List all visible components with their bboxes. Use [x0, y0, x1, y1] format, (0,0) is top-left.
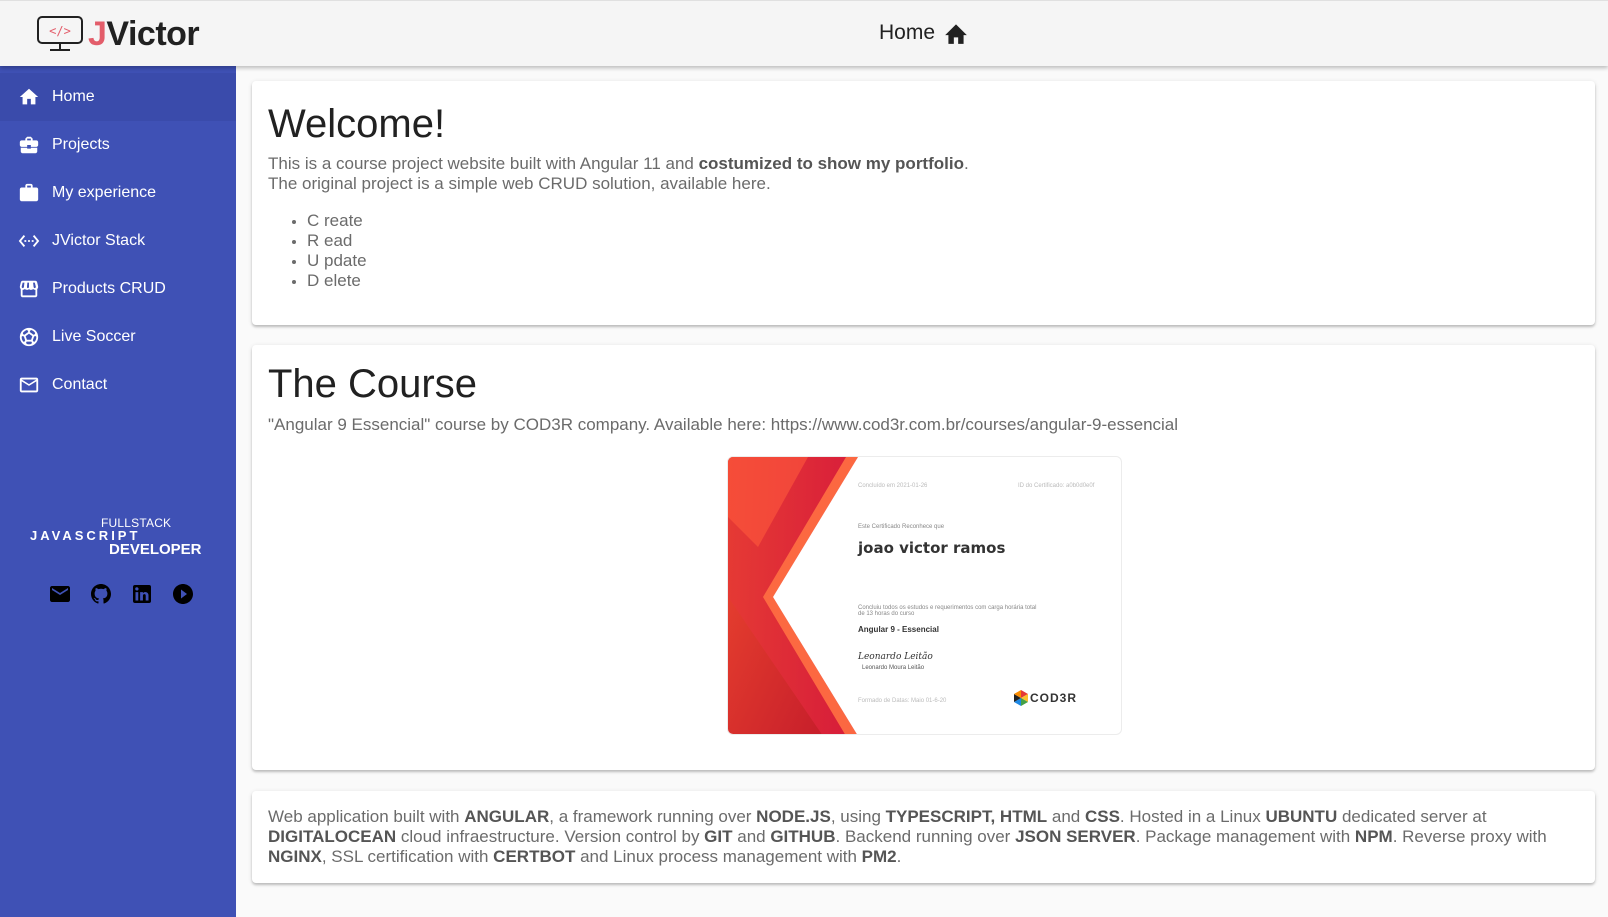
tech-text-segment: Web application built with — [268, 807, 465, 826]
tech-text-segment: . Reverse proxy with — [1392, 827, 1547, 846]
tech-text-segment: . Backend running over — [835, 827, 1016, 846]
course-card: The Course "Angular 9 Essencial" course … — [252, 345, 1595, 770]
cert-signer: Leonardo Moura Leitão — [862, 665, 925, 671]
cod3r-icon — [1014, 690, 1028, 706]
sidebar: Home Projects My experience JVictor Stac… — [0, 66, 236, 917]
cod3r-logo: COD3R — [1012, 689, 1077, 707]
briefcase-icon — [19, 136, 39, 154]
welcome-intro: This is a course project website built w… — [268, 154, 1579, 194]
list-item: C reate — [307, 211, 1579, 231]
intro-text: This is a course project website built w… — [268, 154, 699, 173]
crud-list: C reate R ead U pdate D elete — [268, 211, 1579, 291]
sidebar-item-label: Live Soccer — [52, 328, 136, 345]
developer-badge: FULLSTACK JAVASCRIPT DEVELOPER — [28, 516, 208, 566]
cert-course-name: Angular 9 - Essencial — [858, 625, 939, 634]
sidebar-item-products-crud[interactable]: Products CRUD — [0, 265, 236, 313]
home-icon — [19, 88, 39, 105]
github-icon[interactable] — [89, 582, 113, 606]
store-icon — [19, 280, 39, 298]
cert-footer: Formado de Datas: Maio 01-6-20 — [858, 698, 947, 704]
tech-text-segment: cloud infraestructure. Version control b… — [396, 827, 705, 846]
tech-keyword: NPM — [1354, 827, 1393, 846]
tech-text-segment: and Linux process management with — [575, 847, 862, 866]
tech-text-segment: . — [896, 847, 902, 866]
sidebar-item-my-experience[interactable]: My experience — [0, 169, 236, 217]
cert-date: Concluído em 2021-01-26 — [858, 483, 928, 489]
certificate-image: Concluído em 2021-01-26 ID do Certificad… — [727, 456, 1122, 735]
mail-icon[interactable] — [48, 582, 72, 606]
list-item: D elete — [307, 271, 1579, 291]
logo[interactable]: </> JVictor — [36, 15, 200, 53]
tech-text-segment: , SSL certification with — [321, 847, 494, 866]
soccer-ball-icon — [19, 327, 39, 347]
home-icon — [945, 24, 967, 44]
mail-icon — [19, 377, 39, 393]
svg-text:</>: </> — [49, 24, 71, 38]
sidebar-item-home[interactable]: Home — [0, 73, 236, 121]
sidebar-item-label: Contact — [52, 376, 108, 393]
tech-keyword: PM2 — [861, 847, 897, 866]
tech-keyword: ANGULAR — [464, 807, 550, 826]
monitor-code-icon: </> — [36, 15, 84, 53]
intro-period: . — [963, 154, 969, 173]
logo-text: JVictor — [88, 15, 200, 53]
tech-text-segment: . Hosted in a Linux — [1119, 807, 1266, 826]
cert-signature: Leonardo Leitão — [858, 652, 933, 662]
certificate-decoration — [728, 457, 858, 734]
tech-keyword: NGINX — [268, 847, 322, 866]
tech-keyword: CERTBOT — [493, 847, 576, 866]
sidebar-item-label: My experience — [52, 184, 157, 201]
cert-concluded: Concluiu todos os estudos e requerimento… — [858, 605, 1037, 617]
tech-text-segment: , a framework running over — [549, 807, 757, 826]
tech-keyword: JSON SERVER — [1015, 827, 1136, 846]
briefcase-icon — [19, 183, 39, 202]
tech-text-segment: and — [732, 827, 771, 846]
cert-name: joao victor ramos — [858, 539, 1006, 557]
page-title: Home — [879, 21, 969, 45]
tech-text-segment: dedicated server at — [1337, 807, 1487, 826]
sidebar-item-label: Products CRUD — [52, 280, 166, 297]
sidebar-item-jvictor-stack[interactable]: JVictor Stack — [0, 217, 236, 265]
list-item: R ead — [307, 231, 1579, 251]
tech-keyword: TYPESCRIPT, HTML — [885, 807, 1048, 826]
tech-stack-text: Web application built with ANGULAR, a fr… — [268, 807, 1579, 867]
sidebar-item-projects[interactable]: Projects — [0, 121, 236, 169]
tech-keyword: GITHUB — [770, 827, 836, 846]
welcome-card: Welcome! This is a course project websit… — [252, 81, 1595, 325]
sidebar-item-live-soccer[interactable]: Live Soccer — [0, 313, 236, 361]
sidebar-item-contact[interactable]: Contact — [0, 361, 236, 409]
tech-keyword: NODE.JS — [756, 807, 831, 826]
tech-stack-card: Web application built with ANGULAR, a fr… — [252, 791, 1595, 883]
tech-keyword: UBUNTU — [1265, 807, 1338, 826]
top-toolbar: </> JVictor Home — [0, 0, 1608, 66]
tech-keyword: GIT — [704, 827, 733, 846]
code-icon — [18, 235, 40, 247]
tech-keyword: DIGITALOCEAN — [268, 827, 397, 846]
cert-recognizes: Este Certificado Reconhece que — [858, 524, 945, 530]
linkedin-icon[interactable] — [130, 582, 154, 606]
tech-text-segment: . Package management with — [1135, 827, 1355, 846]
sidebar-item-label: Projects — [52, 136, 110, 153]
intro-line-2: The original project is a simple web CRU… — [268, 174, 771, 193]
sidebar-item-label: Home — [52, 88, 95, 105]
tech-keyword: CSS — [1084, 807, 1120, 826]
tech-text-segment: and — [1047, 807, 1085, 826]
tech-text-segment: , using — [830, 807, 886, 826]
welcome-title: Welcome! — [268, 102, 446, 146]
social-links — [48, 582, 195, 606]
cod3r-text: COD3R — [1030, 691, 1078, 705]
sidebar-item-label: JVictor Stack — [52, 232, 146, 249]
badge-bottom-text: DEVELOPER — [109, 541, 202, 558]
list-item: U pdate — [307, 251, 1579, 271]
intro-bold-text: costumized to show my portfolio — [698, 154, 964, 173]
cert-id: ID do Certificado: a0b0d0e0f — [1018, 483, 1095, 489]
course-title: The Course — [268, 362, 477, 406]
youtube-icon[interactable] — [171, 582, 195, 606]
page-title-text: Home — [879, 21, 936, 44]
course-description: "Angular 9 Essencial" course by COD3R co… — [268, 415, 1179, 434]
